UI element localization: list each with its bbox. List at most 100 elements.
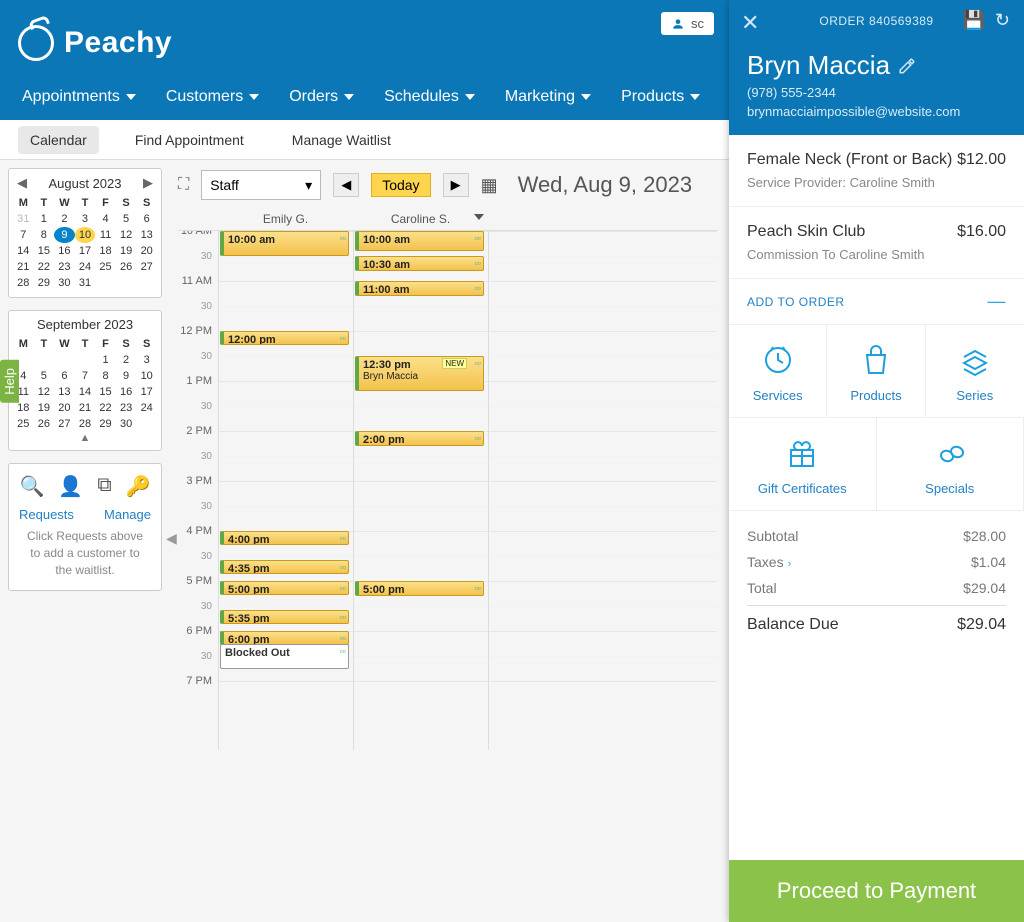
date-next-button[interactable]: ▶	[443, 173, 469, 197]
appointment-block[interactable]: 5:00 pm▫▫	[355, 581, 484, 596]
calendar-day[interactable]: 28	[75, 416, 96, 432]
waitlist-manage-link[interactable]: Manage	[104, 507, 151, 522]
calendar-day[interactable]: 17	[136, 384, 157, 400]
nav-marketing[interactable]: Marketing	[505, 80, 591, 114]
appointment-block[interactable]: 10:00 am▫▫	[355, 231, 484, 251]
calendar-day[interactable]: 21	[13, 259, 34, 275]
calendar-day[interactable]	[116, 275, 137, 291]
waitlist-copy-icon[interactable]: ⧉	[97, 474, 111, 499]
category-series[interactable]: Series	[926, 325, 1024, 417]
calendar-day[interactable]	[136, 416, 157, 432]
calendar-day[interactable]: 6	[54, 368, 75, 384]
appointment-block[interactable]: Blocked Out▫▫	[220, 644, 349, 669]
calendar-day[interactable]: 3	[75, 211, 96, 227]
calendar-day[interactable]: 5	[116, 211, 137, 227]
calendar-day[interactable]: 19	[34, 400, 55, 416]
appointment-block[interactable]: 11:00 am▫▫	[355, 281, 484, 296]
calendar-day[interactable]: 2	[54, 211, 75, 227]
calendar-day[interactable]: 5	[34, 368, 55, 384]
appointment-block[interactable]: 5:00 pm▫▫	[220, 581, 349, 595]
calendar-day[interactable]: 13	[136, 227, 157, 243]
staff-column-head[interactable]: Caroline S.	[353, 208, 488, 230]
calendar-day[interactable]: 26	[116, 259, 137, 275]
appointment-block[interactable]: 12:00 pm▫▫	[220, 331, 349, 345]
category-products[interactable]: Products	[827, 325, 925, 417]
waitlist-key-icon[interactable]: 🔑	[126, 474, 151, 499]
calendar-day[interactable]: 22	[95, 400, 116, 416]
calendar-day[interactable]	[34, 352, 55, 368]
calendar-day[interactable]: 27	[136, 259, 157, 275]
calendar-day[interactable]: 8	[34, 227, 55, 243]
today-button[interactable]: Today	[371, 173, 430, 197]
appointment-block[interactable]: 4:35 pm▫▫	[220, 560, 349, 574]
calendar-day[interactable]: 16	[54, 243, 75, 259]
nav-products[interactable]: Products	[621, 80, 700, 114]
nav-appointments[interactable]: Appointments	[22, 80, 136, 114]
appointment-block[interactable]: 4:00 pm▫▫	[220, 531, 349, 545]
calendar-day[interactable]: 10	[75, 227, 96, 243]
calendar-day[interactable]: 24	[136, 400, 157, 416]
calendar-day[interactable]: 7	[75, 368, 96, 384]
calendar-day[interactable]	[136, 275, 157, 291]
nav-orders[interactable]: Orders	[289, 80, 354, 114]
calendar-day[interactable]: 9	[116, 368, 137, 384]
calendar-day[interactable]: 2	[116, 352, 137, 368]
calendar-day[interactable]: 1	[95, 352, 116, 368]
calendar-day[interactable]: 4	[95, 211, 116, 227]
calendar-day[interactable]: 20	[136, 243, 157, 259]
calendar-day[interactable]: 20	[54, 400, 75, 416]
save-icon[interactable]: 💾	[962, 10, 984, 31]
calendar-day[interactable]: 23	[116, 400, 137, 416]
add-to-order-row[interactable]: ADD TO ORDER—	[729, 279, 1024, 325]
calendar-day[interactable]: 22	[34, 259, 55, 275]
calendar-day[interactable]: 28	[13, 275, 34, 291]
appointment-block[interactable]: 12:30 pmBryn MacciaNEW▫▫	[355, 356, 484, 391]
calendar-day[interactable]: 26	[34, 416, 55, 432]
collapse-icon[interactable]: —	[988, 291, 1007, 312]
subtab-find-appointment[interactable]: Find Appointment	[123, 126, 256, 154]
appointment-block[interactable]: 10:30 am▫▫	[355, 256, 484, 271]
calendar-day[interactable]: 30	[116, 416, 137, 432]
calendar-day[interactable]: 13	[54, 384, 75, 400]
calendar-day[interactable]: 9	[54, 227, 75, 243]
appointment-block[interactable]: 5:35 pm▫▫	[220, 610, 349, 624]
view-grid-icon[interactable]: ▦	[481, 175, 498, 196]
calendar-day[interactable]: 12	[34, 384, 55, 400]
calendar-day[interactable]: 15	[95, 384, 116, 400]
chevron-down-icon[interactable]	[474, 214, 484, 220]
subtab-calendar[interactable]: Calendar	[18, 126, 99, 154]
waitlist-search-icon[interactable]: 🔍	[20, 474, 45, 499]
calendar-day[interactable]	[54, 352, 75, 368]
calendar-day[interactable]: 17	[75, 243, 96, 259]
order-line[interactable]: Female Neck (Front or Back)$12.00Service…	[729, 135, 1024, 207]
chevron-right-icon[interactable]: ›	[788, 558, 792, 570]
category-gift-certificates[interactable]: Gift Certificates	[729, 418, 877, 510]
calendar-day[interactable]: 29	[34, 275, 55, 291]
appointment-block[interactable]: 2:00 pm▫▫	[355, 431, 484, 446]
calendar-day[interactable]: 18	[95, 243, 116, 259]
calendar-day[interactable]: 1	[34, 211, 55, 227]
calendar-day[interactable]: 14	[13, 243, 34, 259]
cal-next-icon[interactable]: ▶	[143, 175, 153, 191]
history-icon[interactable]: ↻	[995, 10, 1010, 31]
calendar-day[interactable]: 31	[75, 275, 96, 291]
calendar-day[interactable]: 14	[75, 384, 96, 400]
proceed-button[interactable]: Proceed to Payment	[729, 860, 1024, 922]
staff-column-head[interactable]: Emily G.	[218, 208, 353, 230]
date-prev-button[interactable]: ◀	[333, 173, 359, 197]
calendar-day[interactable]: 27	[54, 416, 75, 432]
edit-icon[interactable]	[898, 57, 916, 75]
help-tab[interactable]: Help	[0, 360, 19, 403]
staff-dropdown[interactable]: Staff▾	[201, 170, 321, 200]
nav-customers[interactable]: Customers	[166, 80, 259, 114]
cal-prev-icon[interactable]: ◀	[17, 175, 27, 191]
subtab-manage-waitlist[interactable]: Manage Waitlist	[280, 126, 403, 154]
calendar-day[interactable]: 29	[95, 416, 116, 432]
waitlist-adduser-icon[interactable]: 👤	[58, 474, 83, 499]
calendar-day[interactable]: 30	[54, 275, 75, 291]
category-specials[interactable]: Specials	[877, 418, 1024, 510]
calendar-day[interactable]: 3	[136, 352, 157, 368]
calendar-day[interactable]: 19	[116, 243, 137, 259]
calendar-day[interactable]: 25	[95, 259, 116, 275]
calendar-collapse-icon[interactable]: ▲	[13, 432, 157, 444]
